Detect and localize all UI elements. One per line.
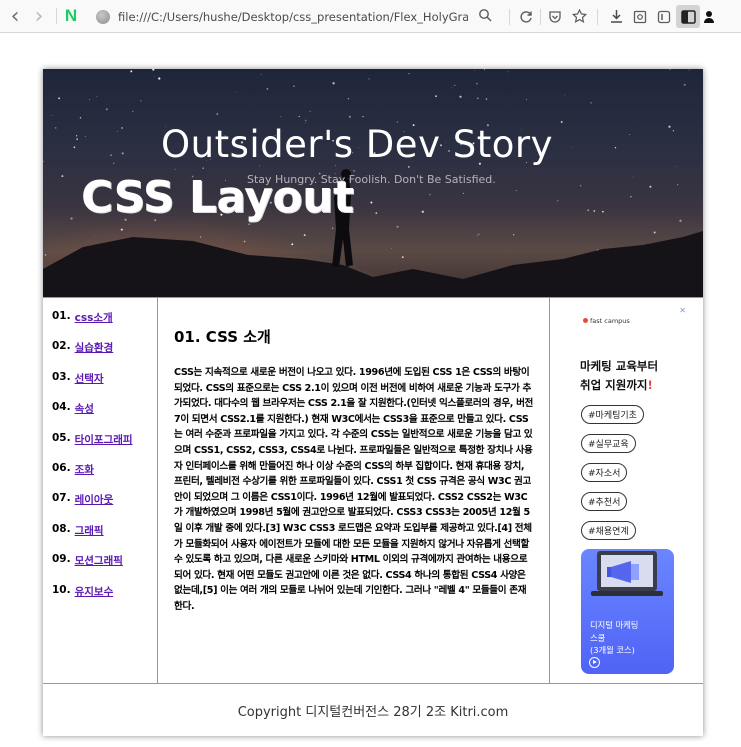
ad-tag[interactable]: #마케팅기초 — [581, 405, 644, 424]
ad-card-line3: (3개월 코스) — [590, 645, 635, 655]
globe-icon — [96, 9, 110, 24]
ad-title-mark: ! — [647, 378, 653, 392]
bookmark-star-icon[interactable] — [567, 5, 591, 28]
article-body: CSS는 지속적으로 새로운 버전이 나오고 있다. 1996년에 도입된 CS… — [174, 367, 534, 612]
ad-card-line1: 디지털 마케팅 — [590, 620, 639, 630]
nav-link[interactable]: 유지보수 — [75, 584, 114, 599]
nav-item: 06. 조화 — [52, 462, 157, 492]
page-footer: Copyright 디지털컨버전스 28기 2조 Kitri.com — [43, 683, 703, 736]
ad-title-line2: 취업 지원까지 — [580, 378, 648, 392]
toolbar-divider — [509, 8, 510, 25]
ad-tag[interactable]: #실무교육 — [581, 434, 636, 453]
ad-tag-list: #마케팅기초 #실무교육 #자소서 #추천서 #채용연계 — [581, 403, 681, 548]
ad-card-line2: 스쿨 — [590, 632, 606, 643]
nav-item-number: 01. — [52, 310, 71, 322]
ad-brand-logo: fast campus — [583, 317, 630, 325]
nav-item: 02. 실습환경 — [52, 340, 157, 370]
ad-tag[interactable]: #채용연계 — [581, 521, 636, 540]
nav-link[interactable]: 조화 — [75, 462, 94, 477]
nav-item: 05. 타이포그래피 — [52, 432, 157, 462]
laptop-megaphone-icon — [591, 551, 663, 596]
nav-item-number: 07. — [52, 492, 71, 505]
nav-item: 04. 속성 — [52, 401, 157, 431]
nav-item-number: 02. — [52, 340, 71, 353]
toolbar-divider — [597, 8, 598, 25]
nav-item-number: 05. — [52, 431, 71, 444]
address-bar[interactable]: file:///C:/Users/hushe/Desktop/css_prese… — [96, 5, 504, 28]
ad-close-icon[interactable]: ✕ — [679, 306, 686, 315]
article-title: 01. CSS 소개 — [174, 328, 271, 346]
nav-link[interactable]: 모션그래픽 — [75, 553, 123, 568]
ad-card-text: 디지털 마케팅 스쿨 (3개월 코스) — [590, 619, 638, 657]
ad-title-line1: 마케팅 교육부터 — [580, 359, 659, 373]
content-area: 01. css소개 02. 실습환경 03. 선택자 04. 속성 05. 타이포그래피 06. 조화… — [43, 297, 703, 684]
left-nav: 01. css소개 02. 실습환경 03. 선택자 04. 속성 05. 타이포그래피 06. 조화… — [43, 298, 158, 684]
nav-item-number: 04. — [52, 401, 71, 414]
nav-item: 08. 그래픽 — [52, 523, 157, 553]
back-icon[interactable]: ‹ — [4, 4, 26, 29]
nav-item: 09. 모션그래픽 — [52, 553, 157, 583]
sidebar-icon[interactable] — [676, 5, 700, 28]
page-heading: CSS Layout — [81, 172, 354, 223]
nav-link[interactable]: 타이포그래피 — [75, 432, 133, 447]
ad-banner[interactable]: ✕ fast campus 마케팅 교육부터 취업 지원까지! #마케팅기초 #실… — [580, 306, 686, 674]
site-title: Outsider's Dev Story — [161, 123, 553, 166]
nav-link[interactable]: 레이아웃 — [75, 492, 114, 507]
ad-title: 마케팅 교육부터 취업 지원까지! — [580, 357, 658, 395]
forward-icon[interactable]: › — [28, 4, 50, 29]
nav-item-number: 08. — [52, 522, 71, 535]
nav-link[interactable]: 속성 — [75, 401, 94, 416]
browser-toolbar: ‹ › N file:///C:/Users/hushe/Desktop/css… — [0, 0, 741, 33]
ad-tag[interactable]: #추천서 — [581, 492, 628, 511]
nav-item-number: 10. — [52, 583, 71, 596]
nav-item: 07. 레이아웃 — [52, 492, 157, 522]
pocket-icon[interactable] — [543, 5, 567, 28]
play-icon[interactable] — [589, 657, 600, 668]
reload-icon[interactable] — [514, 5, 538, 28]
nav-item: 03. 선택자 — [52, 371, 157, 401]
extension-icon[interactable] — [700, 5, 718, 28]
nav-item-number: 06. — [52, 461, 71, 474]
nav-link[interactable]: 선택자 — [75, 371, 104, 386]
nav-item: 10. 유지보수 — [52, 584, 157, 614]
screenshot-icon[interactable] — [628, 5, 652, 28]
hero-header: Outsider's Dev Story Stay Hungry. Stay F… — [43, 69, 703, 297]
page-container: Outsider's Dev Story Stay Hungry. Stay F… — [43, 69, 703, 736]
ad-tag[interactable]: #자소서 — [581, 463, 628, 482]
nav-item-number: 09. — [52, 553, 71, 566]
toolbar-divider — [56, 8, 57, 24]
nav-link[interactable]: css소개 — [75, 310, 113, 325]
nav-link[interactable]: 실습환경 — [75, 340, 114, 355]
footer-copyright: Copyright 디지털컨버전스 28기 2조 Kitri.com — [237, 704, 509, 720]
toolbar-divider — [540, 8, 541, 25]
main-article: 01. CSS 소개 CSS는 지속적으로 새로운 버전이 나오고 있다. 19… — [158, 298, 550, 684]
url-text[interactable]: file:///C:/Users/hushe/Desktop/css_prese… — [118, 10, 468, 24]
nav-item: 01. css소개 — [52, 310, 157, 340]
zoom-icon[interactable] — [478, 8, 492, 22]
ad-card[interactable]: 디지털 마케팅 스쿨 (3개월 코스) — [581, 549, 674, 674]
nav-item-number: 03. — [52, 370, 71, 383]
reader-view-icon[interactable] — [652, 5, 676, 28]
nav-link[interactable]: 그래픽 — [75, 523, 104, 538]
ad-brand-name: fast campus — [590, 317, 630, 325]
download-icon[interactable] — [604, 5, 628, 28]
naver-logo-icon[interactable]: N — [63, 6, 79, 25]
